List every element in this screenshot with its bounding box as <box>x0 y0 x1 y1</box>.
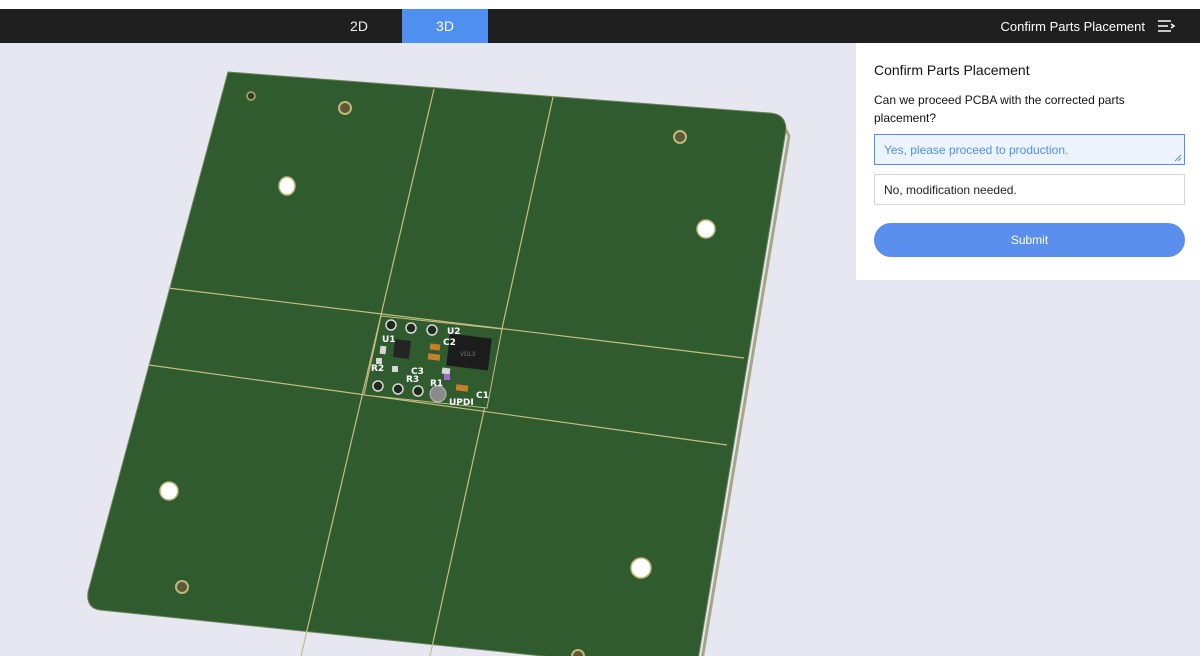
label-r2: R2 <box>371 364 384 374</box>
option-no-label: No, modification needed. <box>884 182 1017 197</box>
label-c2: C2 <box>443 338 456 348</box>
label-u2: U2 <box>447 327 461 337</box>
option-yes-label: Yes, please proceed to production. <box>884 142 1069 157</box>
label-r1: R1 <box>430 379 443 389</box>
chip-u1 <box>392 339 412 359</box>
option-yes[interactable]: Yes, please proceed to production. <box>874 134 1185 165</box>
submit-button[interactable]: Submit <box>874 223 1185 257</box>
top-strip <box>0 0 1200 9</box>
tab-3d[interactable]: 3D <box>402 9 488 43</box>
top-bar: 2D 3D Confirm Parts Placement <box>0 9 1200 43</box>
label-r3: R3 <box>406 375 419 385</box>
list-menu-icon[interactable] <box>1156 16 1176 36</box>
chip-marking: VGL3 <box>460 352 476 358</box>
pcb-circuit: VGL3 U1 U2 C2 R2 C3 R3 R1 C1 UPDI <box>363 315 503 409</box>
label-c1: C1 <box>476 391 489 401</box>
question-text: Can we proceed PCBA with the corrected p… <box>874 93 1125 125</box>
confirm-panel: Confirm Parts Placement Can we proceed P… <box>856 43 1200 280</box>
panel-title: Confirm Parts Placement <box>874 62 1030 78</box>
label-u1: U1 <box>382 335 396 345</box>
header-title: Confirm Parts Placement <box>1000 18 1146 34</box>
resize-handle-icon <box>1174 154 1182 162</box>
option-no[interactable]: No, modification needed. <box>874 174 1185 205</box>
label-updi: UPDI <box>449 398 474 408</box>
tab-2d[interactable]: 2D <box>316 9 402 43</box>
